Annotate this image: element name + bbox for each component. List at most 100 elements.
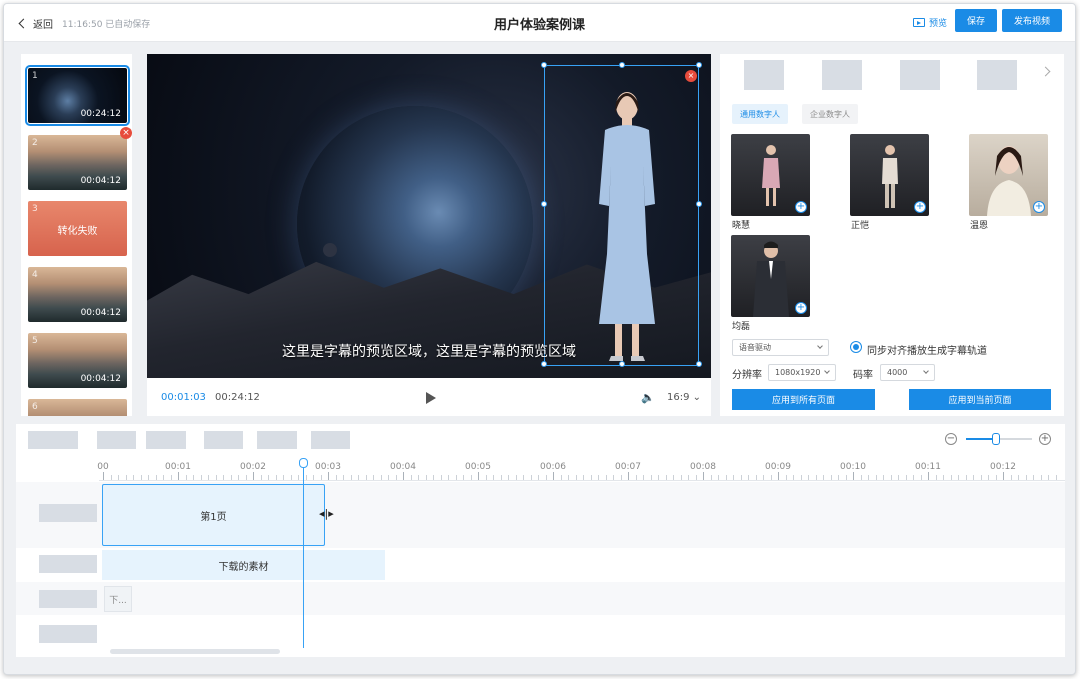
volume-icon[interactable]: 🔈	[641, 391, 655, 404]
avatar-card[interactable]: +	[850, 134, 929, 216]
playhead-line[interactable]	[303, 462, 304, 648]
ruler-tick	[545, 475, 547, 480]
slide-thumb-5[interactable]: 5 00:04:12	[28, 333, 127, 388]
ruler-label: 00:04	[390, 462, 416, 472]
subtitle-preview[interactable]: 这里是字幕的预览区域，这里是字幕的预览区域	[147, 341, 711, 361]
delete-slide-icon[interactable]: ×	[120, 127, 132, 139]
add-icon[interactable]: +	[795, 302, 807, 314]
resolution-select[interactable]: 1080x1920	[768, 364, 836, 381]
ruler-tick	[395, 475, 397, 480]
avatar-card[interactable]: +	[969, 134, 1048, 216]
slide-thumb-1[interactable]: 1 00:24:12	[25, 65, 130, 126]
apply-current-button[interactable]: 应用到当前页面	[909, 389, 1051, 410]
resize-handle[interactable]	[541, 201, 547, 207]
avatar-card[interactable]: +	[731, 134, 810, 216]
resize-horizontal-icon[interactable]: ◂|▸	[319, 507, 334, 520]
ruler-tick	[988, 475, 989, 480]
chevron-down-icon	[923, 368, 929, 374]
slide-thumb-4[interactable]: 4 00:04:12	[28, 267, 127, 322]
slide-thumb-3[interactable]: 3 转化失败	[28, 201, 127, 256]
zoom-out-icon[interactable]: −	[945, 433, 957, 445]
apply-all-button[interactable]: 应用到所有页面	[732, 389, 875, 410]
ruler-tick	[403, 472, 404, 480]
track-header	[39, 625, 97, 643]
publish-button[interactable]: 发布视频	[1002, 9, 1062, 32]
zoom-slider-handle[interactable]	[992, 433, 1000, 445]
timeline-tool[interactable]	[146, 431, 186, 449]
ruler-tick	[425, 475, 427, 480]
track-header	[39, 504, 97, 522]
ruler-tick	[718, 475, 719, 480]
sync-subtitle-radio[interactable]	[850, 341, 862, 353]
add-icon[interactable]: +	[795, 201, 807, 213]
ruler-tick	[260, 475, 262, 480]
ruler-tick	[860, 475, 862, 480]
ruler-tick	[710, 475, 712, 480]
ruler-tick	[335, 475, 337, 480]
playhead-handle[interactable]	[299, 458, 308, 468]
ruler-tick	[583, 475, 584, 480]
timeline-tool[interactable]	[204, 431, 243, 449]
timeline-tool[interactable]	[97, 431, 136, 449]
ruler-tick	[808, 475, 809, 480]
bitrate-select[interactable]: 4000	[880, 364, 935, 381]
remove-avatar-icon[interactable]: ×	[685, 70, 697, 82]
play-icon[interactable]	[426, 392, 436, 404]
material-clip[interactable]: 下载的素材	[102, 550, 385, 580]
ruler-tick	[898, 475, 899, 480]
asset-tab[interactable]	[822, 60, 862, 90]
resolution-label: 分辨率	[732, 370, 762, 381]
ruler-tick	[140, 475, 142, 480]
ruler-tick	[740, 475, 742, 480]
ruler-tick	[785, 475, 787, 480]
ruler-tick	[725, 475, 727, 480]
resize-handle[interactable]	[696, 361, 702, 367]
resize-handle[interactable]	[619, 361, 625, 367]
aspect-ratio-dropdown[interactable]: 16:9 ⌄	[667, 392, 701, 403]
ruler-tick	[380, 475, 382, 480]
add-icon[interactable]: +	[914, 201, 926, 213]
selection-box[interactable]	[544, 65, 699, 366]
ruler-tick	[613, 475, 614, 480]
chip-enterprise-avatar[interactable]: 企业数字人	[802, 104, 858, 124]
resize-handle[interactable]	[696, 62, 702, 68]
asset-tab[interactable]	[744, 60, 784, 90]
avatar-name: 晓慧	[732, 221, 751, 231]
slide-number: 1	[32, 71, 38, 81]
resize-handle[interactable]	[696, 201, 702, 207]
drive-mode-select[interactable]: 语音驱动	[732, 339, 829, 356]
small-clip[interactable]: 下...	[104, 586, 132, 612]
ruler-label: 00:07	[615, 462, 641, 472]
zoom-in-icon[interactable]: +	[1039, 433, 1051, 445]
chip-general-avatar[interactable]: 通用数字人	[732, 104, 788, 124]
resize-handle[interactable]	[541, 62, 547, 68]
resize-handle[interactable]	[619, 62, 625, 68]
ruler-tick	[1010, 475, 1012, 480]
add-icon[interactable]: +	[1033, 201, 1045, 213]
timeline-tool[interactable]	[311, 431, 350, 449]
back-button[interactable]: 返回	[18, 16, 53, 31]
ruler-tick	[178, 472, 179, 480]
time-ruler[interactable]: 00 00:01 00:02 00:03 00:04 00:05 00:06 00:07 00:…	[97, 459, 1065, 481]
asset-tab[interactable]	[900, 60, 940, 90]
asset-tab[interactable]	[977, 60, 1017, 90]
timeline-tool[interactable]	[28, 431, 78, 449]
slide-duration: 00:04:12	[80, 308, 121, 318]
slide-thumb-2[interactable]: 2 00:04:12	[28, 135, 127, 190]
timeline-tool[interactable]	[257, 431, 297, 449]
save-button[interactable]: 保存	[955, 9, 997, 32]
ruler-tick	[320, 475, 322, 480]
ruler-tick	[373, 475, 374, 480]
ruler-tick	[958, 475, 959, 480]
ruler-tick	[973, 475, 974, 480]
resize-handle[interactable]	[541, 361, 547, 367]
page-clip[interactable]: 第1页	[102, 484, 325, 546]
slide-thumb-6[interactable]: 6	[28, 399, 127, 416]
ruler-label: 00:06	[540, 462, 566, 472]
horizontal-scrollbar[interactable]	[110, 649, 280, 654]
chevron-right-icon[interactable]	[1040, 66, 1051, 77]
ruler-tick	[928, 472, 929, 480]
ruler-tick	[358, 475, 359, 480]
preview-button[interactable]: 预览	[913, 16, 947, 29]
avatar-card[interactable]: +	[731, 235, 810, 317]
